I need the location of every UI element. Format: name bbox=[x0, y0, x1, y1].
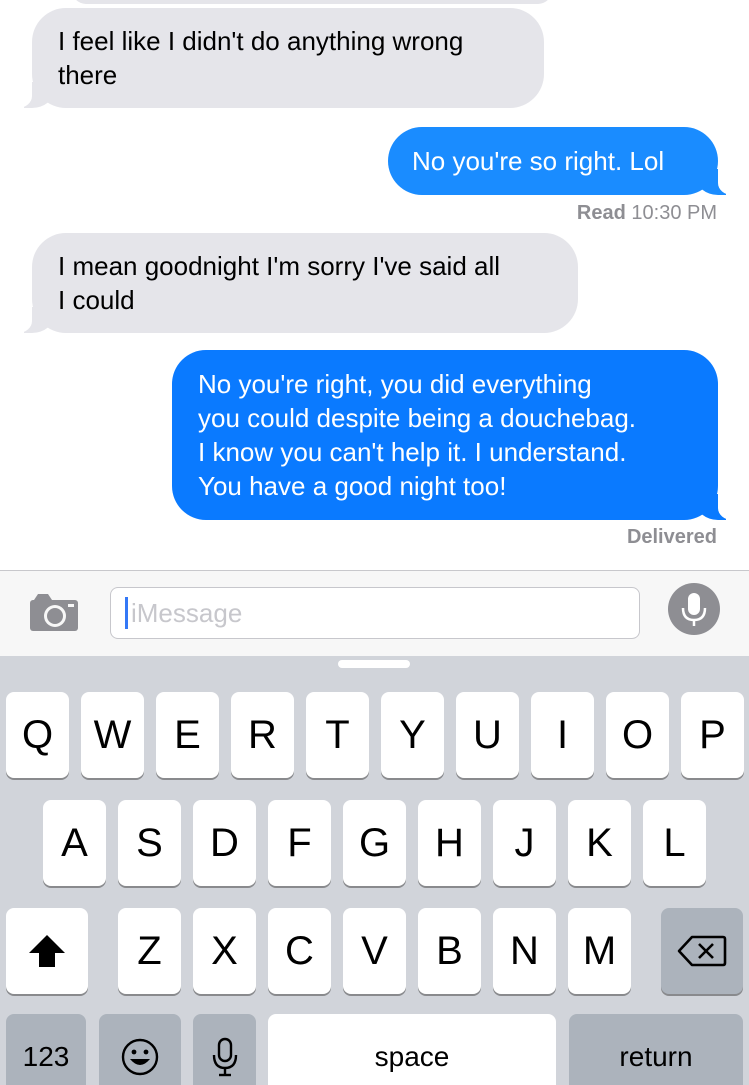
sent-message-bubble[interactable]: No you're so right. Lol bbox=[388, 127, 740, 195]
key-l[interactable]: L bbox=[643, 800, 706, 886]
keyboard: Q W E R T Y U I O P A S D F G H J K L Z … bbox=[0, 656, 749, 1085]
key-x[interactable]: X bbox=[193, 908, 256, 994]
key-i[interactable]: I bbox=[531, 692, 594, 778]
key-g[interactable]: G bbox=[343, 800, 406, 886]
received-message-bubble[interactable]: I mean goodnight I'm sorry I've said all… bbox=[10, 233, 578, 333]
read-time: 10:30 PM bbox=[631, 202, 717, 224]
message-text: No you're right, you did everything you … bbox=[198, 369, 637, 501]
key-r[interactable]: R bbox=[231, 692, 294, 778]
key-y[interactable]: Y bbox=[381, 692, 444, 778]
key-p[interactable]: P bbox=[681, 692, 744, 778]
key-s[interactable]: S bbox=[118, 800, 181, 886]
message-thread: I feel like I didn't do anything wrong t… bbox=[0, 0, 749, 570]
key-b[interactable]: B bbox=[418, 908, 481, 994]
backspace-icon[interactable] bbox=[661, 908, 743, 994]
read-receipt: Read 10:30 PM bbox=[577, 202, 717, 225]
key-v[interactable]: V bbox=[343, 908, 406, 994]
imessage-input[interactable]: iMessage bbox=[110, 587, 640, 639]
message-text: I feel like I didn't do anything wrong t… bbox=[58, 26, 464, 90]
return-key[interactable]: return bbox=[569, 1014, 743, 1085]
read-label: Read bbox=[576, 202, 626, 224]
received-message-bubble[interactable]: I feel like I didn't do anything wrong t… bbox=[10, 8, 544, 108]
message-text: I mean goodnight I'm sorry I've said all… bbox=[58, 251, 501, 315]
input-placeholder: iMessage bbox=[131, 598, 243, 628]
key-q[interactable]: Q bbox=[6, 692, 69, 778]
numbers-key[interactable]: 123 bbox=[6, 1014, 86, 1085]
key-h[interactable]: H bbox=[418, 800, 481, 886]
key-m[interactable]: M bbox=[568, 908, 631, 994]
space-key[interactable]: space bbox=[268, 1014, 556, 1085]
key-o[interactable]: O bbox=[606, 692, 669, 778]
message-input-bar: iMessage bbox=[0, 570, 749, 656]
key-k[interactable]: K bbox=[568, 800, 631, 886]
key-a[interactable]: A bbox=[43, 800, 106, 886]
key-f[interactable]: F bbox=[268, 800, 331, 886]
key-u[interactable]: U bbox=[456, 692, 519, 778]
previous-bubble-edge bbox=[72, 0, 552, 4]
emoji-icon[interactable] bbox=[99, 1014, 181, 1085]
key-z[interactable]: Z bbox=[118, 908, 181, 994]
shift-arrow-icon[interactable] bbox=[6, 908, 88, 994]
microphone-icon[interactable] bbox=[668, 583, 720, 635]
message-text: No you're so right. Lol bbox=[412, 146, 665, 176]
camera-icon[interactable] bbox=[28, 591, 80, 633]
key-j[interactable]: J bbox=[493, 800, 556, 886]
key-t[interactable]: T bbox=[306, 692, 369, 778]
delivered-receipt: Delivered bbox=[626, 526, 717, 548]
key-c[interactable]: C bbox=[268, 908, 331, 994]
text-cursor bbox=[125, 597, 128, 629]
key-n[interactable]: N bbox=[493, 908, 556, 994]
key-d[interactable]: D bbox=[193, 800, 256, 886]
key-e[interactable]: E bbox=[156, 692, 219, 778]
key-w[interactable]: W bbox=[81, 692, 144, 778]
sent-message-bubble[interactable]: No you're right, you did everything you … bbox=[172, 350, 740, 520]
keyboard-handle bbox=[338, 660, 410, 668]
dictation-microphone-icon[interactable] bbox=[193, 1014, 256, 1085]
